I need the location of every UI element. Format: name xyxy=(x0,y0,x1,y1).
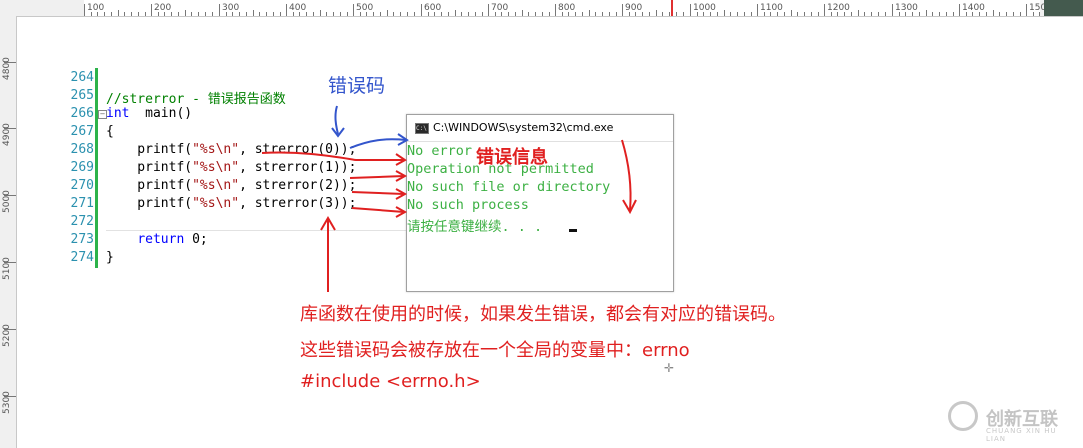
blue-arrow-down xyxy=(334,105,339,135)
red-arrow-down xyxy=(621,139,632,211)
red-arrow-2 xyxy=(349,175,405,179)
watermark-logo: 创新互联 CHUANG XIN HU LIAN xyxy=(948,397,1078,443)
logo-circle-icon xyxy=(948,401,978,431)
red-arrow-3 xyxy=(351,191,405,195)
annotation-arrows xyxy=(261,105,637,292)
red-arrow-4 xyxy=(351,207,405,213)
logo-subtext: CHUANG XIN HU LIAN xyxy=(986,427,1057,443)
red-underline-1 xyxy=(261,151,404,161)
blue-arrow-to-console xyxy=(349,138,407,149)
